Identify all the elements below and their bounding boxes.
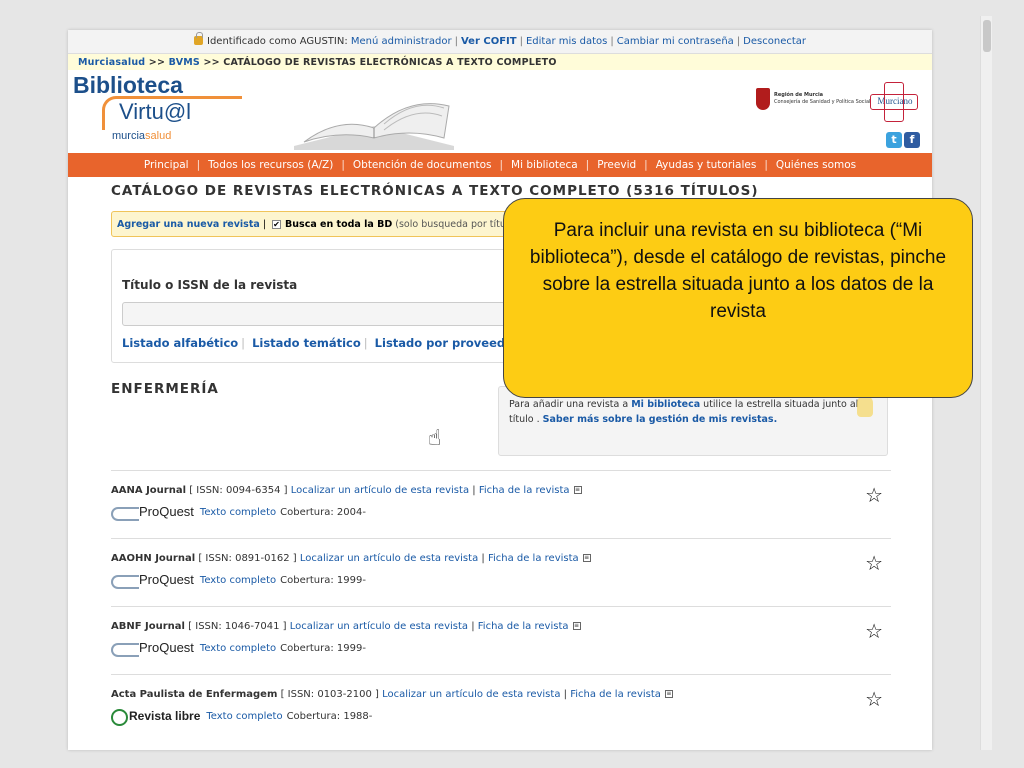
record-icon[interactable]: ≡ <box>573 486 582 494</box>
record-icon[interactable]: ≡ <box>572 622 581 630</box>
catalog-title: CATÁLOGO DE REVISTAS ELECTRÓNICAS A TEXT… <box>111 183 759 199</box>
fulltext-link[interactable]: Texto completo <box>200 507 276 518</box>
logo-virtual[interactable]: Virtu@l <box>102 96 242 130</box>
breadcrumb-murciasalud[interactable]: Murciasalud <box>78 57 145 68</box>
star-icon[interactable]: ☆ <box>865 619 883 643</box>
more-info-link[interactable]: Saber más sobre la gestión de mis revist… <box>543 414 778 425</box>
search-all-label: Busca en toda la BD <box>285 218 393 230</box>
logout-link[interactable]: Desconectar <box>743 36 806 47</box>
journal-row: ABNF Journal [ ISSN: 1046-7041 ] Localiz… <box>111 606 891 674</box>
record-icon[interactable]: ≡ <box>664 690 673 698</box>
proquest-logo[interactable]: ProQuest <box>111 504 194 521</box>
proquest-logo[interactable]: ProQuest <box>111 640 194 657</box>
catalog-toolbar: Agregar una nueva revista | ✔ Busca en t… <box>111 211 571 237</box>
facebook-icon[interactable]: f <box>904 132 920 148</box>
star-icon[interactable]: ☆ <box>865 687 883 711</box>
locate-article-link[interactable]: Localizar un artículo de esta revista <box>300 553 478 564</box>
breadcrumb-bvms[interactable]: BVMS <box>169 57 200 68</box>
nav-ayudas[interactable]: Ayudas y tutoriales <box>648 159 765 171</box>
fulltext-link[interactable]: Texto completo <box>200 643 276 654</box>
nav-todos-recursos[interactable]: Todos los recursos (A/Z) <box>200 159 341 171</box>
alphabetical-list-link[interactable]: Listado alfabético <box>122 336 238 350</box>
fulltext-link[interactable]: Texto completo <box>200 575 276 586</box>
admin-menu-link[interactable]: Menú administrador <box>351 36 452 47</box>
nav-obtencion-documentos[interactable]: Obtención de documentos <box>345 159 500 171</box>
locate-article-link[interactable]: Localizar un artículo de esta revista <box>291 485 469 496</box>
identified-label: Identificado como AGUSTIN: <box>207 36 348 47</box>
proquest-logo[interactable]: ProQuest <box>111 572 194 589</box>
locate-article-link[interactable]: Localizar un artículo de esta revista <box>382 689 560 700</box>
search-input[interactable] <box>122 302 542 326</box>
lock-icon <box>194 32 203 45</box>
journal-record-link[interactable]: Ficha de la revista <box>479 485 570 496</box>
journal-list: AANA Journal [ ISSN: 0094-6354 ] Localiz… <box>111 470 891 742</box>
provider-list-link[interactable]: Listado por proveedor <box>375 336 519 350</box>
locate-article-link[interactable]: Localizar un artículo de esta revista <box>290 621 468 632</box>
main-nav: Principal | Todos los recursos (A/Z) | Obt… <box>68 153 932 177</box>
site-header: Biblioteca Virtu@l murciasalud Región de… <box>68 70 932 153</box>
nav-mi-biblioteca[interactable]: Mi biblioteca <box>503 159 586 171</box>
breadcrumb: Murciasalud >> BVMS >> CATÁLOGO DE REVIS… <box>68 54 932 70</box>
change-password-link[interactable]: Cambiar mi contraseña <box>617 36 734 47</box>
journal-row: AAOHN Journal [ ISSN: 0891-0162 ] Locali… <box>111 538 891 606</box>
journal-record-link[interactable]: Ficha de la revista <box>478 621 569 632</box>
nav-principal[interactable]: Principal <box>136 159 197 171</box>
journal-row: Acta Paulista de Enfermagem [ ISSN: 0103… <box>111 674 891 742</box>
region-crest-icon <box>756 88 770 110</box>
journal-title[interactable]: AAOHN Journal <box>111 553 195 564</box>
tutorial-callout: Para incluir una revista en su bibliotec… <box>503 198 973 398</box>
hand-pointer-icon: ☝ <box>428 426 442 451</box>
scrollbar[interactable] <box>980 16 992 750</box>
journal-record-link[interactable]: Ficha de la revista <box>488 553 579 564</box>
logo-title[interactable]: Biblioteca <box>73 72 183 99</box>
journal-title[interactable]: ABNF Journal <box>111 621 185 632</box>
scrollbar-thumb[interactable] <box>983 20 991 52</box>
journal-title[interactable]: AANA Journal <box>111 485 186 496</box>
record-icon[interactable]: ≡ <box>582 554 591 562</box>
thematic-list-link[interactable]: Listado temático <box>252 336 361 350</box>
logo-subtitle: murciasalud <box>112 130 172 142</box>
nav-quienes-somos[interactable]: Quiénes somos <box>768 159 864 171</box>
region-logo[interactable]: Región de Murcia Consejería de Sanidad y … <box>756 88 870 110</box>
social-links: tf <box>884 128 920 148</box>
search-all-checkbox[interactable]: ✔ <box>272 219 282 229</box>
journal-row: AANA Journal [ ISSN: 0094-6354 ] Localiz… <box>111 470 891 538</box>
breadcrumb-current: CATÁLOGO DE REVISTAS ELECTRÓNICAS A TEXT… <box>223 56 557 68</box>
nav-preevid[interactable]: Preevid <box>589 159 644 171</box>
add-journal-link[interactable]: Agregar una nueva revista <box>117 219 260 230</box>
revista-libre-logo[interactable]: Revista libre <box>111 708 200 726</box>
star-icon[interactable]: ☆ <box>865 483 883 507</box>
journal-record-link[interactable]: Ficha de la revista <box>570 689 661 700</box>
session-bar: Identificado como AGUSTIN: Menú administ… <box>68 30 932 54</box>
sms-logo[interactable]: Murciano <box>866 82 924 122</box>
book-image <box>294 103 454 150</box>
twitter-icon[interactable]: t <box>886 132 902 148</box>
mi-biblioteca-link[interactable]: Mi biblioteca <box>631 399 700 410</box>
journal-title[interactable]: Acta Paulista de Enfermagem <box>111 689 277 700</box>
fulltext-link[interactable]: Texto completo <box>206 711 282 722</box>
ver-cofit-link[interactable]: Ver COFIT <box>461 36 517 47</box>
edit-data-link[interactable]: Editar mis datos <box>526 36 607 47</box>
star-icon[interactable]: ☆ <box>865 551 883 575</box>
